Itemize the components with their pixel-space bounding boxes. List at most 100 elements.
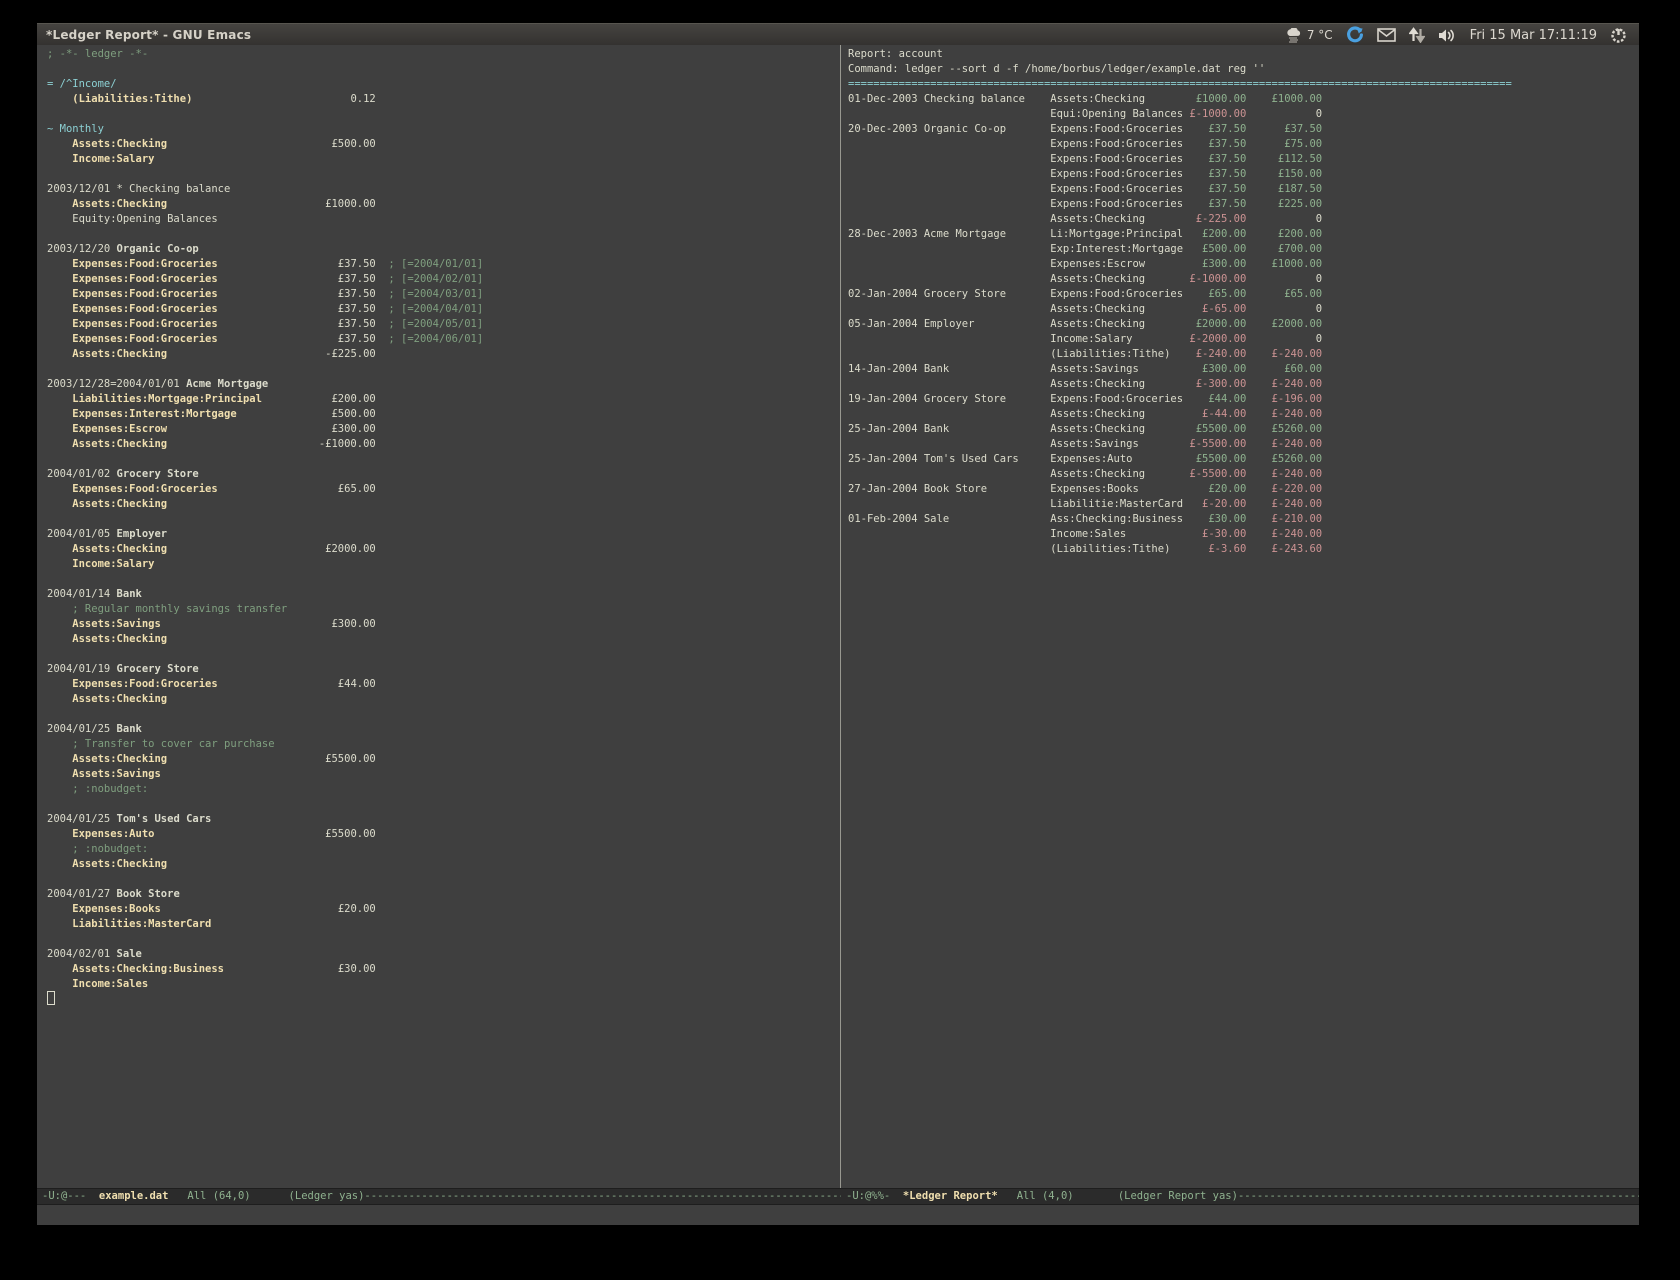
- text-segment: Bank: [117, 588, 142, 600]
- buffer-line: Command: ledger --sort d -f /home/borbus…: [848, 62, 1639, 77]
- weather-indicator[interactable]: 7 °C: [1285, 28, 1333, 43]
- text-segment: Income:Sales: [848, 528, 1183, 540]
- text-segment: 28-Dec-2003 Acme Mortgage Li:Mortgage:Pr…: [848, 228, 1183, 240]
- buffer-line: [47, 647, 840, 662]
- buffer-line: Expenses:Auto £5500.00: [47, 827, 840, 842]
- text-segment: £-20.00: [1183, 498, 1246, 510]
- text-segment: £5500.00: [325, 828, 376, 840]
- text-segment: £150.00: [1246, 168, 1322, 180]
- text-segment: ; :nobudget:: [47, 843, 148, 855]
- text-segment: £-5500.00: [1183, 468, 1246, 480]
- text-segment: £37.50: [1183, 153, 1246, 165]
- buffer-line: Expenses:Food:Groceries £37.50 ; [=2004/…: [47, 317, 840, 332]
- text-segment: Expenses:Food:Groceries: [47, 303, 218, 315]
- text-segment: Expenses:Food:Groceries: [47, 273, 218, 285]
- buffer-line: Income:Sales £-30.00 £-240.00: [848, 527, 1639, 542]
- text-segment: 2004/01/02: [47, 468, 117, 480]
- buffer-line: Expens:Food:Groceries £37.50 £112.50: [848, 152, 1639, 167]
- text-segment: 2004/01/19: [47, 663, 117, 675]
- text-segment: £37.50: [338, 258, 376, 270]
- text-segment: Employer: [117, 528, 168, 540]
- buffer-line: Income:Salary: [47, 152, 840, 167]
- text-segment: 25-Jan-2004 Bank Assets:Checking: [848, 423, 1183, 435]
- buffer-line: Assets:Checking £1000.00: [47, 197, 840, 212]
- text-segment: £5500.00: [325, 753, 376, 765]
- temperature-label: 7 °C: [1307, 28, 1333, 42]
- buffer-line: Liabilities:MasterCard: [47, 917, 840, 932]
- window-titlebar[interactable]: *Ledger Report* - GNU Emacs 7 °C: [37, 23, 1639, 45]
- text-segment: £112.50: [1246, 153, 1322, 165]
- text-segment: £-2000.00: [1183, 333, 1246, 345]
- text-segment: 25-Jan-2004 Tom's Used Cars Expenses:Aut…: [848, 453, 1183, 465]
- buffer-line: Equi:Opening Balances £-1000.00 0: [848, 107, 1639, 122]
- text-segment: £-240.00: [1246, 348, 1322, 360]
- text-segment: 0: [1246, 333, 1322, 345]
- buffer-line: Equity:Opening Balances: [47, 212, 840, 227]
- buffer-line: Expens:Food:Groceries £37.50 £225.00: [848, 197, 1639, 212]
- text-segment: £-44.00: [1183, 408, 1246, 420]
- network-arrows-icon[interactable]: [1409, 27, 1425, 43]
- text-segment: Assets:Savings: [47, 768, 161, 780]
- text-segment: £300.00: [1183, 363, 1246, 375]
- modeline-left[interactable]: -U:@--- example.dat All (64,0) (Ledger y…: [37, 1188, 841, 1205]
- modeline-right[interactable]: -U:@%%- *Ledger Report* All (4,0) (Ledge…: [841, 1188, 1639, 1205]
- buffer-line: Assets:Checking £5500.00: [47, 752, 840, 767]
- text-segment: ; Regular monthly savings transfer: [47, 603, 287, 615]
- text-segment: Bank: [117, 723, 142, 735]
- buffer-line: 2004/01/19 Grocery Store: [47, 662, 840, 677]
- text-segment: £-300.00: [1183, 378, 1246, 390]
- text-segment: Expens:Food:Groceries: [848, 153, 1183, 165]
- power-gear-icon[interactable]: [1610, 27, 1627, 44]
- buffer-line: Expens:Food:Groceries £37.50 £187.50: [848, 182, 1639, 197]
- text-segment: ~ Monthly: [47, 123, 104, 135]
- text-segment: Expenses:Food:Groceries: [47, 483, 218, 495]
- buffer-line: ; :nobudget:: [47, 782, 840, 797]
- text-segment: £44.00: [1183, 393, 1246, 405]
- desktop-screen: *Ledger Report* - GNU Emacs 7 °C: [0, 0, 1680, 1280]
- buffer-line: Assets:Checking £-1000.00 0: [848, 272, 1639, 287]
- text-segment: Income:Sales: [47, 978, 148, 990]
- buffer-line: Assets:Checking £500.00: [47, 137, 840, 152]
- refresh-icon[interactable]: [1346, 26, 1364, 44]
- text-segment: Expens:Food:Groceries: [848, 138, 1183, 150]
- text-segment: 2003/12/01 * Checking balance: [47, 183, 230, 195]
- buffer-line: Assets:Checking -£225.00: [47, 347, 840, 362]
- buffer-line: Assets:Savings £300.00: [47, 617, 840, 632]
- text-segment: £20.00: [338, 903, 376, 915]
- text-segment: £-225.00: [1183, 213, 1246, 225]
- ledger-file-buffer[interactable]: ; -*- ledger -*-= /^Income/ (Liabilities…: [37, 45, 840, 1190]
- buffer-line: 2004/01/14 Bank: [47, 587, 840, 602]
- buffer-line: 28-Dec-2003 Acme Mortgage Li:Mortgage:Pr…: [848, 227, 1639, 242]
- buffer-line: Assets:Checking £-300.00 £-240.00: [848, 377, 1639, 392]
- text-segment: Assets:Checking: [47, 198, 167, 210]
- buffer-line: [47, 62, 840, 77]
- text-segment: 2004/01/27: [47, 888, 117, 900]
- text-segment: 0: [1246, 213, 1322, 225]
- text-segment: £1000.00: [1183, 93, 1246, 105]
- text-segment: Liabilitie:MasterCard: [848, 498, 1183, 510]
- ledger-report-buffer[interactable]: Report: accountCommand: ledger --sort d …: [841, 45, 1639, 1190]
- text-segment: £37.50: [338, 318, 376, 330]
- volume-icon[interactable]: [1438, 28, 1457, 43]
- text-segment: ========================================…: [848, 78, 1512, 90]
- buffer-line: Assets:Checking £-5500.00 £-240.00: [848, 467, 1639, 482]
- text-segment: £187.50: [1246, 183, 1322, 195]
- text-segment: Book Store: [117, 888, 180, 900]
- echo-area[interactable]: [37, 1205, 1639, 1225]
- buffer-line: -U:@%%- *Ledger Report* All (4,0) (Ledge…: [846, 1189, 1639, 1204]
- text-segment: £200.00: [331, 393, 375, 405]
- buffer-line: (Liabilities:Tithe) £-240.00 £-240.00: [848, 347, 1639, 362]
- buffer-line: 01-Dec-2003 Checking balance Assets:Chec…: [848, 92, 1639, 107]
- text-segment: Organic Co-op: [117, 243, 199, 255]
- mail-icon[interactable]: [1377, 28, 1396, 42]
- text-segment: Expens:Food:Groceries: [848, 183, 1183, 195]
- text-segment: Expenses:Books: [47, 903, 161, 915]
- clock-label[interactable]: Fri 15 Mar 17:11:19: [1470, 28, 1597, 43]
- text-segment: Sale: [117, 948, 142, 960]
- buffer-line: Liabilitie:MasterCard £-20.00 £-240.00: [848, 497, 1639, 512]
- buffer-line: Exp:Interest:Mortgage £500.00 £700.00: [848, 242, 1639, 257]
- text-segment: 2004/01/25: [47, 723, 117, 735]
- text-segment: Expens:Food:Groceries: [848, 168, 1183, 180]
- text-segment: 0: [1246, 273, 1322, 285]
- buffer-line: (Liabilities:Tithe) 0.12: [47, 92, 840, 107]
